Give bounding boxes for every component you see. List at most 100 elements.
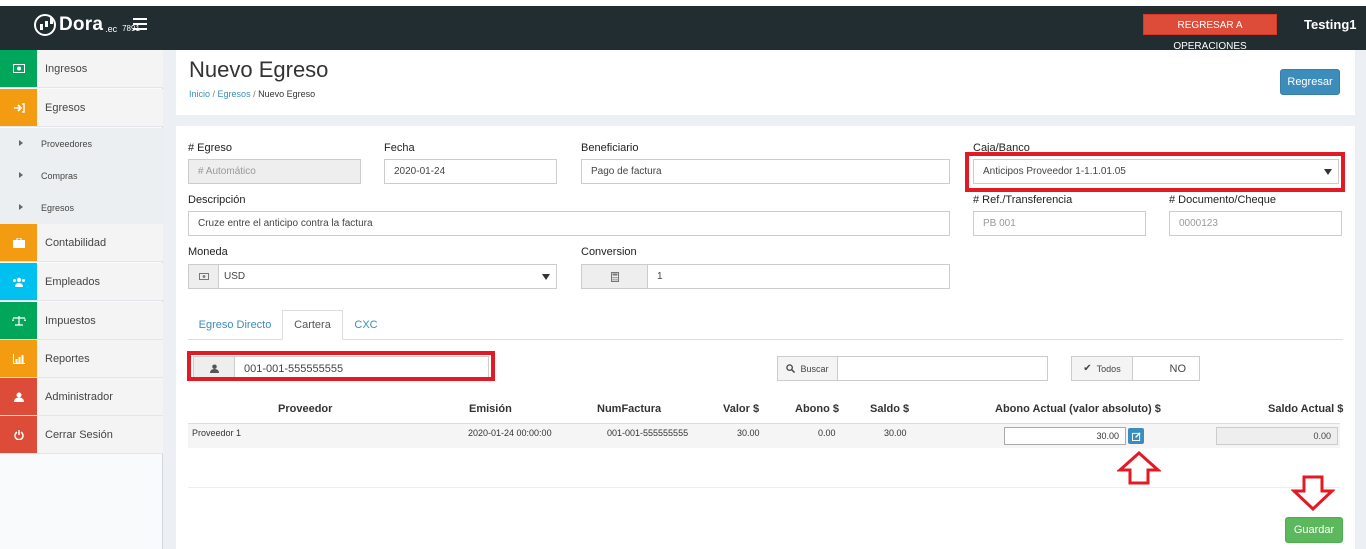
col-header-saldo-actual: Saldo Actual $ — [1268, 403, 1344, 415]
submenu-item-label: Compras — [41, 171, 78, 181]
submenu-item-proveedores[interactable]: Proveedores — [0, 128, 163, 160]
arrow-down-annotation-icon — [1291, 475, 1335, 511]
cell-emision: 2020-01-24 00:00:00 — [468, 428, 552, 438]
top-navbar: Dora .ec 7891 REGRESAR A OPERACIONES Tes… — [0, 0, 1366, 52]
tab-cxc[interactable]: CXC — [345, 310, 387, 340]
sidebar-item-administrador[interactable]: Administrador — [0, 378, 163, 416]
toggle-value: NO — [1169, 362, 1187, 375]
buscar-button[interactable]: Buscar — [777, 356, 838, 381]
caret-right-icon — [19, 204, 23, 210]
cell-numfactura: 001-001-555555555 — [607, 428, 689, 438]
egreso-number-placeholder: # Automático — [198, 166, 256, 177]
table-bottom-divider — [188, 487, 1340, 488]
descripcion-value: Cruze entre el anticipo contra la factur… — [198, 218, 373, 229]
sign-out-icon — [0, 89, 37, 126]
calculator-icon — [581, 264, 648, 289]
chart-logo-icon — [34, 14, 56, 36]
col-header-abono-actual: Abono Actual (valor absoluto) $ — [995, 403, 1161, 415]
egreso-number-label: # Egreso — [188, 142, 233, 154]
col-header-numfactura: NumFactura — [597, 403, 662, 415]
ref-transferencia-input[interactable]: PB 001 — [973, 211, 1146, 236]
sidebar-item-cerrar-sesion[interactable]: Cerrar Sesión — [0, 416, 163, 454]
beneficiario-input[interactable]: Pago de factura — [581, 159, 950, 184]
submenu-item-label: Egresos — [41, 203, 75, 213]
breadcrumb-link-egresos[interactable]: Egresos — [218, 89, 251, 99]
power-icon — [0, 416, 37, 453]
breadcrumb-link-inicio[interactable]: Inicio — [189, 89, 210, 99]
sidebar-item-label: Contabilidad — [45, 236, 107, 249]
saldo-actual-input: 0.00 — [1216, 427, 1338, 445]
sidebar-item-label: Administrador — [45, 390, 113, 403]
cell-proveedor: Proveedor 1 — [192, 428, 242, 438]
sidebar-item-label: Egresos — [45, 101, 86, 114]
todos-label: Todos — [1096, 363, 1121, 374]
sidebar-item-label: Cerrar Sesión — [45, 428, 113, 441]
buscar-label: Buscar — [800, 363, 829, 374]
beneficiario-label: Beneficiario — [581, 142, 639, 154]
arrow-up-annotation-icon — [1117, 451, 1161, 485]
sidebar-item-ingresos[interactable]: Ingresos — [0, 50, 163, 88]
app-logo[interactable]: Dora .ec 7891 — [34, 14, 140, 36]
descripcion-input[interactable]: Cruze entre el anticipo contra la factur… — [188, 211, 950, 236]
logo-brand: Dora — [59, 14, 104, 35]
top-white-band — [0, 0, 1366, 6]
col-header-proveedor: Proveedor — [278, 403, 333, 415]
cell-valor: 30.00 — [737, 428, 760, 438]
egreso-number-input: # Automático — [188, 159, 361, 184]
logo-suffix: .ec — [105, 24, 118, 34]
bar-chart-icon — [0, 340, 37, 377]
col-header-abono: Abono $ — [795, 403, 839, 415]
check-icon: ✔ — [1083, 363, 1092, 374]
tab-egreso-directo[interactable]: Egreso Directo — [190, 310, 280, 340]
moneda-select[interactable]: USD — [218, 264, 557, 289]
sidebar-item-impuestos[interactable]: Impuestos — [0, 302, 163, 340]
documento-cheque-label: # Documento/Cheque — [1169, 194, 1277, 206]
ref-transferencia-placeholder: PB 001 — [983, 218, 1016, 229]
sidebar-item-reportes[interactable]: Reportes — [0, 340, 163, 378]
caret-right-icon — [19, 172, 23, 178]
documento-cheque-input[interactable]: 0000123 — [1169, 211, 1342, 236]
ref-transferencia-label: # Ref./Transferencia — [973, 194, 1073, 206]
tab-cartera[interactable]: Cartera — [282, 310, 343, 340]
caret-right-icon — [19, 140, 23, 146]
menu-toggle-icon[interactable] — [133, 18, 147, 30]
edit-abono-button[interactable] — [1128, 428, 1144, 444]
cell-saldo: 30.00 — [884, 428, 907, 438]
back-to-operations-button[interactable]: REGRESAR A OPERACIONES — [1143, 14, 1277, 52]
provider-document-highlight — [187, 351, 495, 381]
sidebar-item-label: Reportes — [45, 352, 90, 365]
col-header-valor: Valor $ — [723, 403, 760, 415]
conversion-label: Conversion — [581, 246, 637, 258]
fecha-input[interactable]: 2020-01-24 — [384, 159, 557, 184]
page-header-box — [176, 50, 1355, 115]
sidebar-item-egresos[interactable]: Egresos — [0, 89, 163, 127]
submenu-item-compras[interactable]: Compras — [0, 160, 163, 192]
table-row — [188, 423, 1340, 448]
edit-icon — [1131, 431, 1141, 441]
col-header-emision: Emisión — [469, 403, 512, 415]
todos-button[interactable]: ✔ Todos — [1071, 356, 1133, 381]
search-input[interactable] — [837, 356, 1048, 381]
regresar-button[interactable]: Regresar — [1280, 69, 1340, 95]
user-icon — [0, 378, 37, 415]
user-name[interactable]: Testing1 — [1304, 17, 1357, 32]
abono-actual-input[interactable]: 30.00 — [1004, 427, 1126, 445]
todos-toggle[interactable]: NO — [1132, 356, 1200, 381]
search-icon — [786, 364, 796, 373]
money-icon — [188, 264, 219, 289]
conversion-value: 1 — [657, 271, 663, 282]
briefcase-icon — [0, 224, 37, 261]
beneficiario-value: Pago de factura — [591, 166, 662, 177]
fecha-value: 2020-01-24 — [394, 166, 446, 177]
documento-cheque-placeholder: 0000123 — [1179, 218, 1218, 229]
sidebar-item-label: Ingresos — [45, 62, 88, 75]
sidebar-item-empleados[interactable]: Empleados — [0, 263, 163, 301]
breadcrumb-current: Nuevo Egreso — [258, 89, 316, 99]
sidebar: Ingresos Egresos Proveedores Compras Egr… — [0, 50, 163, 549]
submenu-item-egresos[interactable]: Egresos — [0, 192, 163, 224]
conversion-input[interactable]: 1 — [647, 264, 950, 289]
guardar-button[interactable]: Guardar — [1285, 517, 1343, 543]
page-title: Nuevo Egreso — [189, 57, 329, 82]
sidebar-item-contabilidad[interactable]: Contabilidad — [0, 224, 163, 262]
moneda-value: USD — [224, 271, 246, 282]
